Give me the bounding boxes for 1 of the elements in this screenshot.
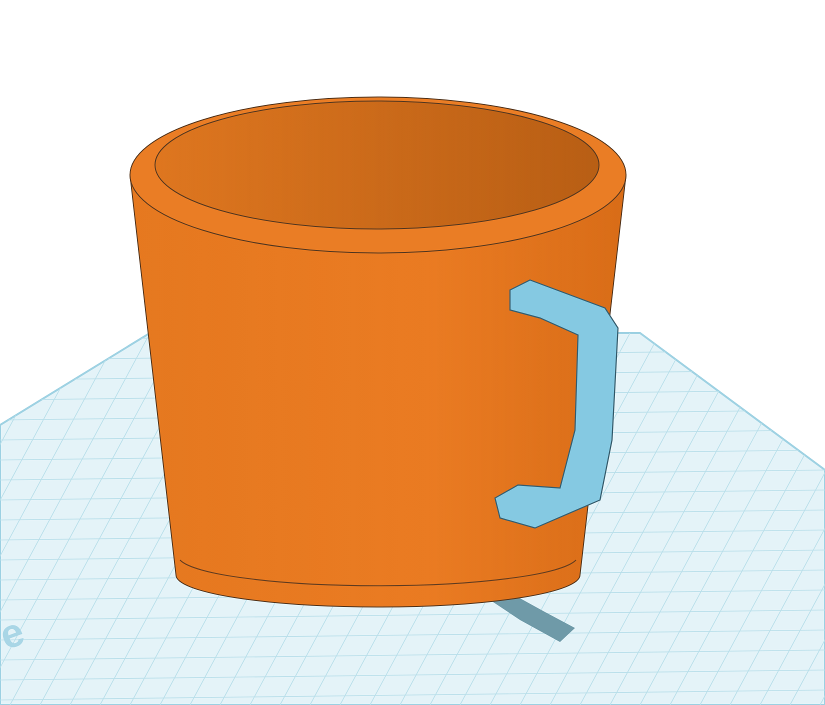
workplane-label: e [0,610,30,658]
